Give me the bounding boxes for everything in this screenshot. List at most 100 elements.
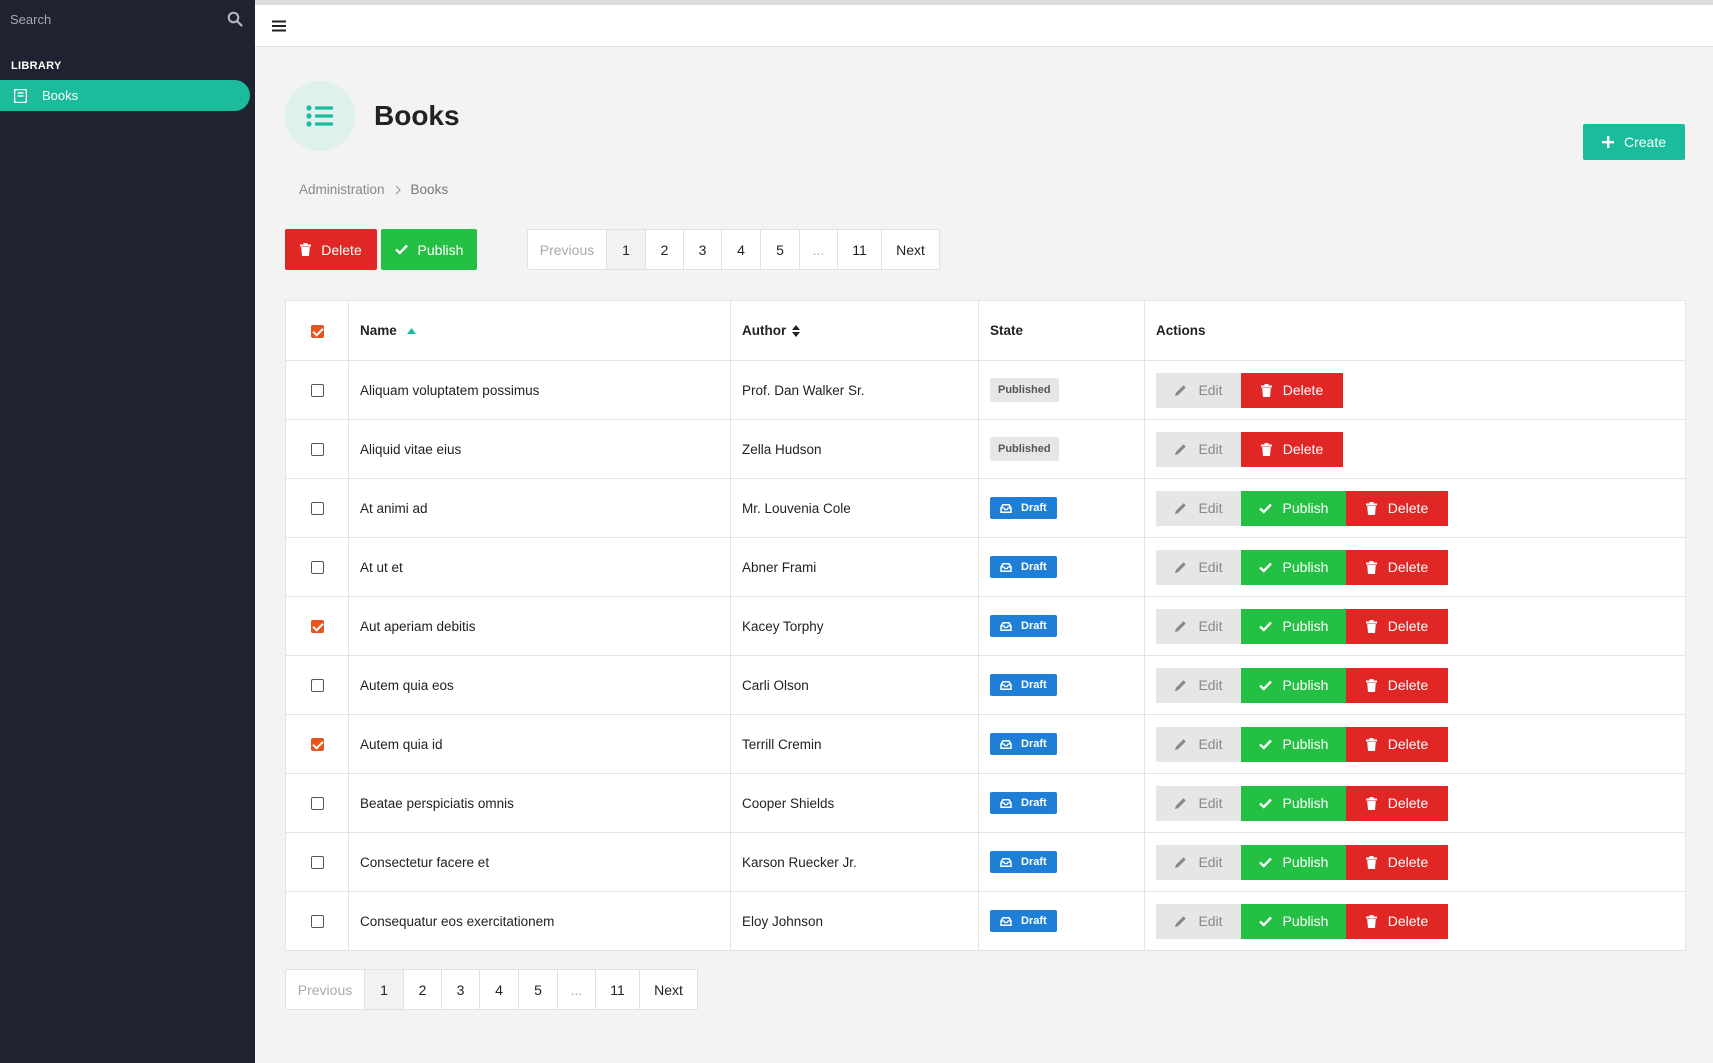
sidebar-item-books[interactable]: Books xyxy=(0,80,250,111)
pagination-page-2[interactable]: 2 xyxy=(646,230,684,269)
breadcrumb-item-administration[interactable]: Administration xyxy=(299,182,385,197)
row-delete-button[interactable]: Delete xyxy=(1346,667,1448,703)
row-edit-button[interactable]: Edit xyxy=(1156,372,1241,408)
row-edit-button[interactable]: Edit xyxy=(1156,608,1241,644)
pagination-page-1[interactable]: 1 xyxy=(365,970,404,1009)
table-row: Autem quia eos Carli Olson Draft Edit Pu… xyxy=(285,655,1686,715)
row-edit-button[interactable]: Edit xyxy=(1156,726,1241,762)
create-button[interactable]: Create xyxy=(1583,124,1685,160)
select-all-checkbox[interactable] xyxy=(310,324,324,338)
search-icon[interactable] xyxy=(227,11,243,27)
row-publish-button[interactable]: Publish xyxy=(1241,844,1346,880)
pencil-icon xyxy=(1175,738,1187,750)
delete-label: Delete xyxy=(1387,559,1429,575)
pagination-page-2[interactable]: 2 xyxy=(404,970,442,1009)
row-edit-button[interactable]: Edit xyxy=(1156,785,1241,821)
row-checkbox[interactable] xyxy=(310,797,324,811)
pagination-page-1[interactable]: 1 xyxy=(607,230,646,269)
row-publish-button[interactable]: Publish xyxy=(1241,667,1346,703)
delete-label: Delete xyxy=(1387,618,1429,634)
pagination-page-4[interactable]: 4 xyxy=(722,230,761,269)
state-badge-draft: Draft xyxy=(990,674,1057,696)
bulk-delete-button[interactable]: Delete xyxy=(285,229,377,270)
chevron-right-icon xyxy=(395,185,401,194)
pagination-page-4[interactable]: 4 xyxy=(480,970,519,1009)
pagination-previous[interactable]: Previous xyxy=(286,970,365,1009)
cell-author: Kacey Torphy xyxy=(730,596,979,656)
row-checkbox[interactable] xyxy=(310,443,324,457)
delete-label: Delete xyxy=(1387,795,1429,811)
row-delete-button[interactable]: Delete xyxy=(1346,549,1448,585)
inbox-icon xyxy=(1000,739,1012,749)
row-edit-button[interactable]: Edit xyxy=(1156,490,1241,526)
pagination-next[interactable]: Next xyxy=(882,230,939,269)
row-delete-button[interactable]: Delete xyxy=(1346,608,1448,644)
inbox-icon xyxy=(1000,503,1012,513)
inbox-icon xyxy=(1000,916,1012,926)
row-checkbox[interactable] xyxy=(310,679,324,693)
cell-state: Draft xyxy=(978,714,1145,774)
hamburger-menu-icon[interactable] xyxy=(272,19,286,33)
row-checkbox[interactable] xyxy=(310,384,324,398)
column-name[interactable]: Name xyxy=(348,300,731,361)
delete-label: Delete xyxy=(1387,500,1429,516)
pagination-page-11[interactable]: 11 xyxy=(596,970,640,1009)
row-publish-button[interactable]: Publish xyxy=(1241,549,1346,585)
row-delete-button[interactable]: Delete xyxy=(1346,903,1448,939)
column-author[interactable]: Author xyxy=(730,300,979,361)
bulk-publish-button[interactable]: Publish xyxy=(381,229,477,270)
row-delete-button[interactable]: Delete xyxy=(1241,431,1343,467)
pagination-page-5[interactable]: 5 xyxy=(519,970,558,1009)
publish-label: Publish xyxy=(1282,795,1329,811)
row-checkbox[interactable] xyxy=(310,502,324,516)
table-row: Aliquid vitae eius Zella Hudson Publishe… xyxy=(285,419,1686,479)
cell-state: Draft xyxy=(978,537,1145,597)
row-edit-button[interactable]: Edit xyxy=(1156,667,1241,703)
pagination-page-5[interactable]: 5 xyxy=(761,230,800,269)
state-badge-draft: Draft xyxy=(990,792,1057,814)
pencil-icon xyxy=(1175,856,1187,868)
row-delete-button[interactable]: Delete xyxy=(1346,785,1448,821)
pagination-page-11[interactable]: 11 xyxy=(838,230,882,269)
row-checkbox[interactable] xyxy=(310,561,324,575)
row-actions: Edit Delete xyxy=(1156,431,1685,467)
row-publish-button[interactable]: Publish xyxy=(1241,608,1346,644)
state-label: Draft xyxy=(1021,502,1047,514)
row-delete-button[interactable]: Delete xyxy=(1241,372,1343,408)
state-label: Draft xyxy=(1021,856,1047,868)
edit-label: Edit xyxy=(1198,854,1223,870)
row-delete-button[interactable]: Delete xyxy=(1346,844,1448,880)
row-publish-button[interactable]: Publish xyxy=(1241,726,1346,762)
pagination-page-3[interactable]: 3 xyxy=(442,970,480,1009)
row-actions: Edit Publish Delete xyxy=(1156,844,1685,880)
row-publish-button[interactable]: Publish xyxy=(1241,785,1346,821)
pencil-icon xyxy=(1175,384,1187,396)
pagination-page-3[interactable]: 3 xyxy=(684,230,722,269)
edit-label: Edit xyxy=(1198,677,1223,693)
row-publish-button[interactable]: Publish xyxy=(1241,490,1346,526)
row-edit-button[interactable]: Edit xyxy=(1156,431,1241,467)
row-checkbox[interactable] xyxy=(310,915,324,929)
row-checkbox[interactable] xyxy=(310,856,324,870)
pagination-ellipsis: ... xyxy=(800,230,838,269)
state-label: Draft xyxy=(1021,620,1047,632)
edit-label: Edit xyxy=(1198,559,1223,575)
row-edit-button[interactable]: Edit xyxy=(1156,549,1241,585)
delete-label: Delete xyxy=(1387,677,1429,693)
row-edit-button[interactable]: Edit xyxy=(1156,903,1241,939)
cell-name: Consectetur facere et xyxy=(348,832,731,892)
cell-actions: Edit Publish Delete xyxy=(1144,773,1686,833)
row-checkbox[interactable] xyxy=(310,738,324,752)
pagination-next[interactable]: Next xyxy=(640,970,697,1009)
pagination-previous[interactable]: Previous xyxy=(528,230,607,269)
publish-label: Publish xyxy=(1282,618,1329,634)
row-publish-button[interactable]: Publish xyxy=(1241,903,1346,939)
search-input[interactable] xyxy=(0,0,255,38)
row-checkbox[interactable] xyxy=(310,620,324,634)
books-table: Name Author State Actions Aliquam volupt… xyxy=(285,300,1686,951)
row-edit-button[interactable]: Edit xyxy=(1156,844,1241,880)
row-delete-button[interactable]: Delete xyxy=(1346,726,1448,762)
state-badge-draft: Draft xyxy=(990,733,1057,755)
row-delete-button[interactable]: Delete xyxy=(1346,490,1448,526)
cell-state: Draft xyxy=(978,478,1145,538)
